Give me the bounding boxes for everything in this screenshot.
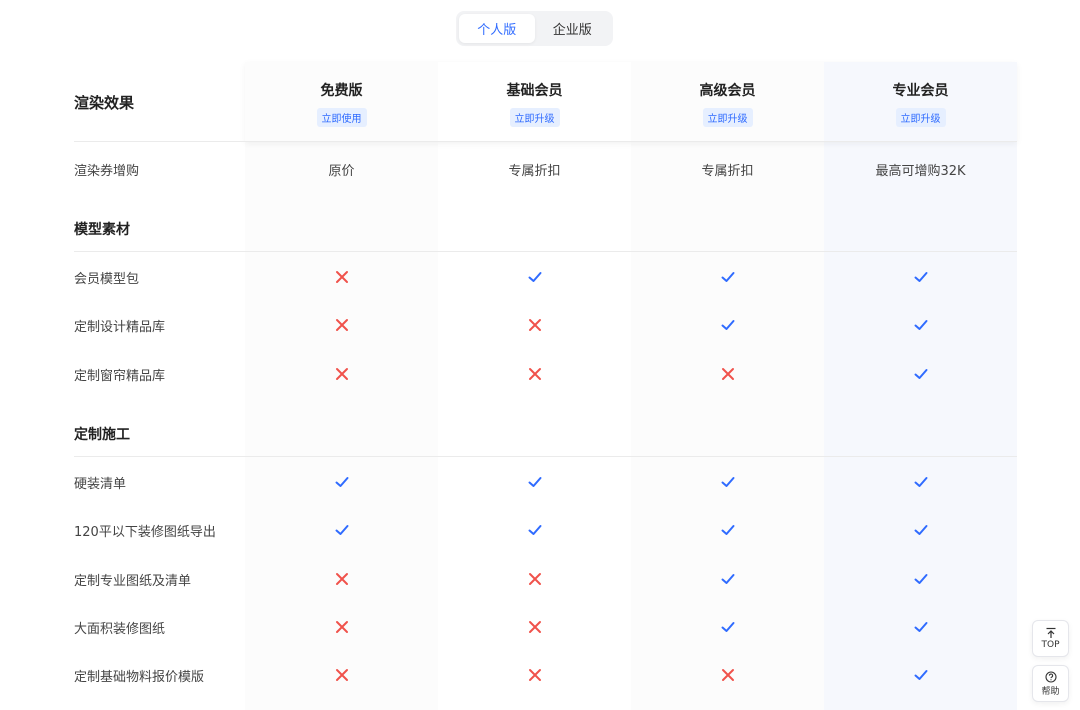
plan-basic: 基础会员 立即升级	[438, 62, 631, 142]
cell-value: 专属折扣	[701, 164, 754, 179]
arrow-up-icon	[1046, 627, 1055, 638]
check-icon	[631, 619, 824, 635]
cross-icon	[245, 366, 438, 382]
check-icon	[631, 474, 824, 490]
top-label: TOP	[1041, 640, 1060, 650]
row-label: 渲染券增购	[74, 164, 140, 179]
cross-icon	[438, 667, 631, 683]
section-title-model-assets: 模型素材	[74, 222, 130, 238]
check-icon	[631, 317, 824, 333]
cell-value: 原价	[328, 164, 355, 179]
plan-name: 免费版	[320, 83, 363, 99]
render-effect-heading: 渲染效果	[74, 94, 135, 112]
cross-icon	[631, 366, 824, 382]
upgrade-button[interactable]: 立即升级	[895, 108, 946, 127]
check-icon	[631, 522, 824, 538]
row-label: 120平以下装修图纸导出	[74, 525, 216, 540]
cross-icon	[245, 269, 438, 285]
cross-icon	[245, 571, 438, 587]
tab-personal[interactable]: 个人版	[459, 14, 535, 43]
plan-free: 免费版 立即使用	[245, 62, 438, 142]
check-icon	[824, 474, 1017, 490]
check-icon	[438, 522, 631, 538]
check-icon	[824, 317, 1017, 333]
back-to-top-button[interactable]: TOP	[1032, 620, 1069, 657]
check-icon	[824, 522, 1017, 538]
plan-name: 专业会员	[892, 83, 949, 99]
check-icon	[824, 619, 1017, 635]
edition-tabs: 个人版 企业版	[456, 11, 613, 46]
check-icon	[245, 474, 438, 490]
check-icon	[245, 522, 438, 538]
use-now-button[interactable]: 立即使用	[316, 108, 367, 127]
section-title-custom-construction: 定制施工	[74, 427, 130, 443]
help-button[interactable]: 帮助	[1032, 665, 1069, 702]
section-divider	[74, 456, 1017, 457]
check-icon	[824, 667, 1017, 683]
cross-icon	[438, 619, 631, 635]
row-label: 定制基础物料报价模版	[74, 670, 205, 685]
check-icon	[824, 571, 1017, 587]
row-label: 定制窗帘精品库	[74, 369, 166, 384]
row-label: 定制专业图纸及清单	[74, 574, 192, 589]
cross-icon	[245, 667, 438, 683]
row-label: 大面积装修图纸	[74, 622, 166, 637]
cross-icon	[631, 667, 824, 683]
check-icon	[438, 474, 631, 490]
cross-icon	[438, 571, 631, 587]
cross-icon	[438, 366, 631, 382]
row-label: 定制设计精品库	[74, 320, 166, 335]
header-divider	[74, 141, 1017, 142]
row-label: 硬装清单	[74, 477, 127, 492]
check-icon	[824, 366, 1017, 382]
check-icon	[824, 269, 1017, 285]
cross-icon	[438, 317, 631, 333]
section-divider	[74, 251, 1017, 252]
cell-value: 最高可增购32K	[875, 164, 966, 179]
plan-name: 基础会员	[506, 83, 563, 99]
check-icon	[631, 269, 824, 285]
cross-icon	[245, 317, 438, 333]
row-label: 会员模型包	[74, 272, 140, 287]
check-icon	[631, 571, 824, 587]
help-label: 帮助	[1041, 686, 1060, 697]
cell-value: 专属折扣	[508, 164, 561, 179]
plan-pro: 专业会员 立即升级	[824, 62, 1017, 142]
plan-advanced: 高级会员 立即升级	[631, 62, 824, 142]
plan-name: 高级会员	[699, 83, 756, 99]
upgrade-button[interactable]: 立即升级	[509, 108, 560, 127]
tab-enterprise[interactable]: 企业版	[535, 14, 611, 43]
cross-icon	[245, 619, 438, 635]
question-circle-icon	[1044, 670, 1057, 683]
upgrade-button[interactable]: 立即升级	[702, 108, 753, 127]
check-icon	[438, 269, 631, 285]
